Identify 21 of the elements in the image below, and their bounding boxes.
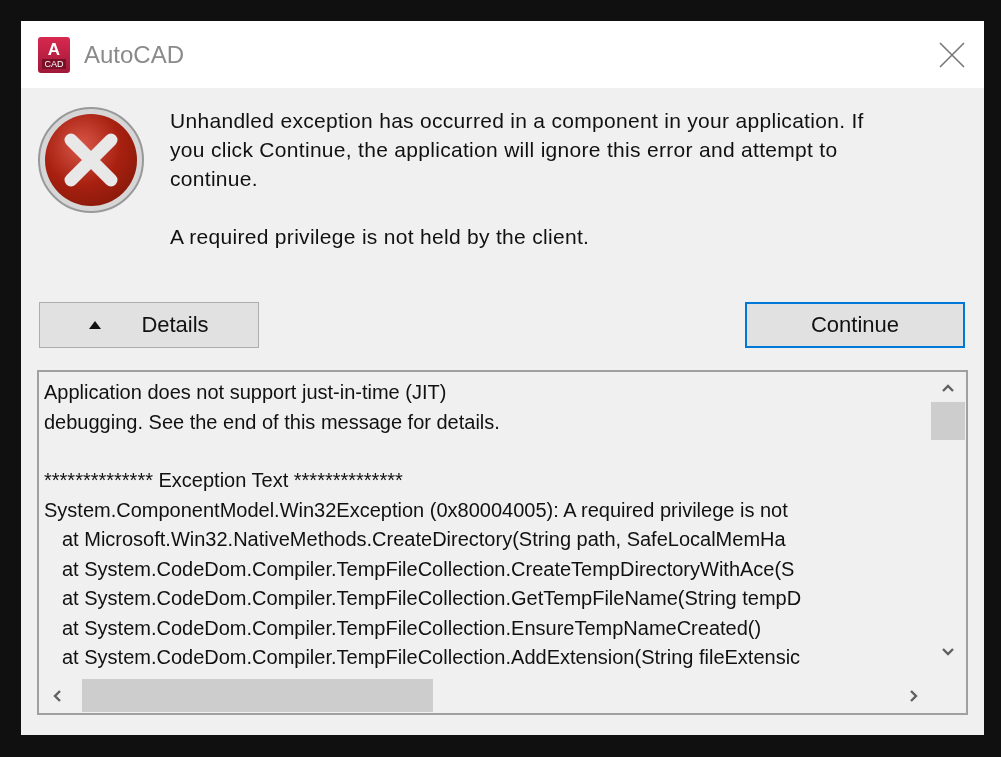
details-line: System.ComponentModel.Win32Exception (0x80004005): A required privilege is not [44,497,788,523]
message-text: Unhandled exception has occurred in a component in your application. If you click Continue, the application will ignore this error and attempt to continue. [170,108,865,192]
scroll-thumb[interactable] [931,402,965,440]
details-line: at System.CodeDom.Compiler.TempFileCollection.EnsureTempNameCreated() [61,615,762,641]
details-line: debugging. See the end of this message for details. [44,409,500,435]
close-button[interactable] [938,40,966,69]
details-button[interactable]: Details [39,302,259,348]
error-icon [37,106,145,214]
details-line: at System.CodeDom.Compiler.TempFileCollection.GetTempFileName(String tempD [61,586,802,611]
app-logo: A CAD [38,36,70,73]
details-line: at Microsoft.Win32.NativeMethods.CreateDirectory(String path, SafeLocalMemHa [61,527,786,552]
window-title: AutoCAD [84,40,186,69]
collapse-triangle-icon [89,321,102,329]
details-line: at System.CodeDom.Compiler.TempFileCollection.CreateTempDirectoryWithAce(S [61,556,795,582]
details-text-box[interactable] [37,370,968,715]
details-line: Application does not support just-in-time (JIT) [44,380,447,405]
details-line: at System.CodeDom.Compiler.TempFileCollection.AddExtension(String fileExtensic [61,645,801,670]
details-line: ************** Exception Text ************** [44,468,403,493]
continue-button[interactable]: Continue [745,302,965,348]
scroll-thumb[interactable] [82,679,433,712]
message-text: A required privilege is not held by the client. [170,224,591,250]
